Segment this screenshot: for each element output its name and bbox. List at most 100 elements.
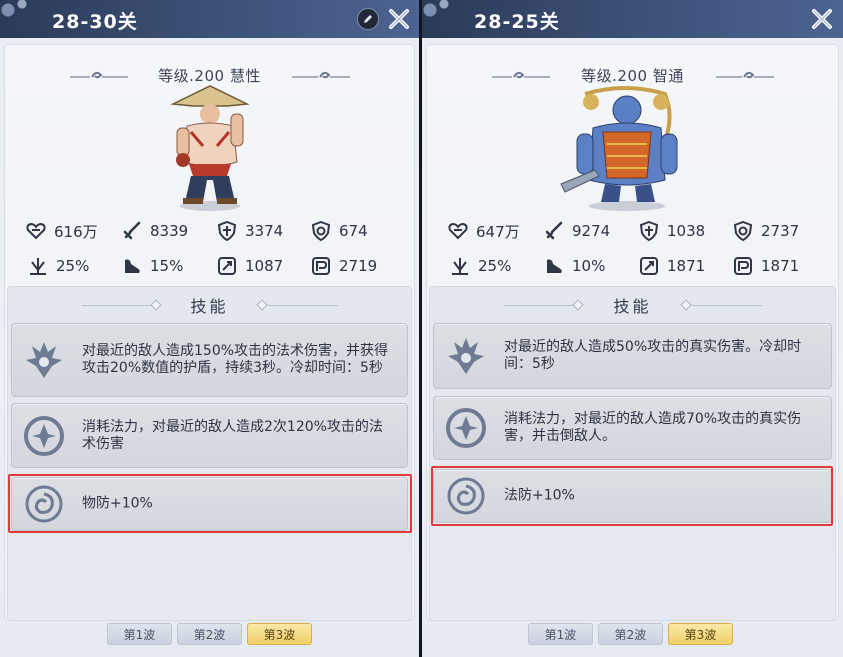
spiky-flame-icon — [26, 342, 62, 378]
skill-description: 物防+10% — [82, 495, 153, 512]
stat-magic-penetration-value: 2719 — [339, 257, 378, 275]
stat-physical-penetration: 1087 — [217, 255, 283, 277]
heart-icon — [448, 222, 468, 240]
heart-icon — [26, 222, 46, 240]
enemy-panel-left: 28-30关 等级.200 慧性 616万 8339 3374 674 25% … — [0, 0, 419, 657]
stat-magic-penetration: 2719 — [311, 255, 377, 277]
divider-line — [692, 305, 762, 306]
cloud-ornament-icon — [492, 71, 550, 79]
skill-card-3[interactable]: 法防+10% — [433, 469, 832, 523]
crit-burst-icon — [30, 258, 46, 275]
stat-physical-penetration-value: 1871 — [667, 257, 706, 275]
panel-header: 28-30关 — [0, 0, 419, 38]
stat-physical-defense-value: 3374 — [245, 222, 284, 240]
stat-physical-defense: 1038 — [639, 220, 705, 242]
skill-description: 对最近的敌人造成50%攻击的真实伤害。冷却时间：5秒 — [504, 339, 802, 372]
skills-title: 技能 — [613, 297, 652, 316]
skill-card-1[interactable]: 对最近的敌人造成150%攻击的法术伤害，并获得攻击20%数值的护盾，持续3秒。冷… — [11, 323, 408, 397]
stat-hp-value: 647万 — [476, 222, 520, 241]
close-button[interactable] — [808, 5, 836, 33]
magic-penetration-icon — [312, 257, 330, 275]
tab-wave-1[interactable]: 第1波 — [107, 623, 172, 645]
magic-penetration-icon — [734, 257, 752, 275]
skill-description: 对最近的敌人造成150%攻击的法术伤害，并获得攻击20%数值的护盾，持续3秒。冷… — [82, 343, 389, 376]
magic-shield-icon — [733, 221, 753, 241]
stat-magic-defense-value: 674 — [339, 222, 368, 240]
pencil-icon — [364, 15, 372, 23]
skills-title: 技能 — [190, 297, 229, 316]
enemy-portrait-monk — [170, 85, 250, 211]
stat-magic-defense: 674 — [311, 220, 368, 242]
diamond-ornament-icon — [150, 299, 162, 311]
tab-wave-1[interactable]: 第1波 — [528, 623, 593, 645]
stat-hp: 647万 — [448, 220, 520, 242]
diamond-ornament-icon — [256, 299, 268, 311]
stat-physical-defense: 3374 — [217, 220, 283, 242]
close-icon — [812, 9, 832, 29]
stat-magic-penetration: 1871 — [733, 255, 799, 277]
skill-description: 法防+10% — [504, 487, 575, 504]
close-button[interactable] — [385, 5, 413, 33]
wave-tabs: 第1波 第2波 第3波 — [0, 623, 419, 647]
cloud-ornament-icon — [292, 71, 350, 79]
tab-wave-3[interactable]: 第3波 — [247, 623, 312, 645]
spiky-flame-icon — [448, 338, 484, 374]
enemy-level: 等级.200 智通 — [581, 67, 684, 85]
divider-line — [504, 305, 574, 306]
wave-tabs: 第1波 第2波 第3波 — [422, 623, 843, 647]
shield-icon — [639, 221, 659, 241]
sword-icon — [123, 221, 141, 240]
skill-card-2[interactable]: 消耗法力，对最近的敌人造成70%攻击的真实伤害，并击倒敌人。 — [433, 396, 832, 460]
shield-icon — [217, 221, 237, 241]
stat-hp: 616万 — [26, 220, 98, 242]
tab-wave-3[interactable]: 第3波 — [668, 623, 733, 645]
skill-card-3[interactable]: 物防+10% — [11, 477, 408, 531]
stat-hp-value: 616万 — [54, 222, 98, 241]
sword-icon — [545, 221, 563, 240]
spiral-emblem-icon — [25, 485, 63, 523]
close-icon — [389, 9, 409, 29]
magic-shield-icon — [311, 221, 331, 241]
stat-attack: 9274 — [544, 220, 610, 242]
crit-burst-icon — [452, 258, 468, 275]
skills-header: 技能 — [422, 293, 843, 317]
enemy-level: 等级.200 慧性 — [158, 67, 261, 85]
stat-crit: 25% — [450, 255, 511, 277]
stat-crit-value: 25% — [478, 257, 512, 275]
stat-magic-defense: 2737 — [733, 220, 799, 242]
divider-line — [268, 305, 338, 306]
stat-attack-value: 8339 — [150, 222, 189, 240]
stat-crit-value: 25% — [56, 257, 90, 275]
skill-card-2[interactable]: 消耗法力，对最近的敌人造成2次120%攻击的法术伤害 — [11, 403, 408, 468]
stat-speed-value: 15% — [150, 257, 184, 275]
stat-physical-penetration: 1871 — [639, 255, 705, 277]
stat-speed-value: 10% — [572, 257, 606, 275]
tab-wave-2[interactable]: 第2波 — [177, 623, 242, 645]
edit-button[interactable] — [357, 8, 379, 30]
stat-physical-penetration-value: 1087 — [245, 257, 284, 275]
stat-magic-penetration-value: 1871 — [761, 257, 800, 275]
skill-description: 消耗法力，对最近的敌人造成2次120%攻击的法术伤害 — [82, 418, 383, 452]
stage-title: 28-30关 — [52, 11, 138, 33]
skill-description: 消耗法力，对最近的敌人造成70%攻击的真实伤害，并击倒敌人。 — [504, 411, 802, 444]
panel-header: 28-25关 — [422, 0, 843, 38]
physical-penetration-icon — [640, 257, 658, 275]
cloud-ornament-icon — [70, 71, 128, 79]
stat-physical-defense-value: 1038 — [667, 222, 706, 240]
spiral-emblem-icon — [447, 477, 485, 515]
stat-crit: 25% — [28, 255, 89, 277]
swirl-orb-icon — [446, 408, 486, 448]
diamond-ornament-icon — [680, 299, 692, 311]
divider-line — [82, 305, 152, 306]
skill-card-1[interactable]: 对最近的敌人造成50%攻击的真实伤害。冷却时间：5秒 — [433, 323, 832, 389]
boot-icon — [125, 259, 140, 273]
stat-speed: 15% — [122, 255, 183, 277]
stat-attack-value: 9274 — [572, 222, 611, 240]
swirl-orb-icon — [24, 415, 64, 456]
stat-attack: 8339 — [122, 220, 188, 242]
enemy-panel-right: 28-25关 等级.200 智通 647万 9274 1038 2737 25%… — [422, 0, 843, 657]
boot-icon — [547, 259, 562, 273]
tab-wave-2[interactable]: 第2波 — [598, 623, 663, 645]
stat-speed: 10% — [544, 255, 605, 277]
skills-header: 技能 — [0, 293, 419, 317]
